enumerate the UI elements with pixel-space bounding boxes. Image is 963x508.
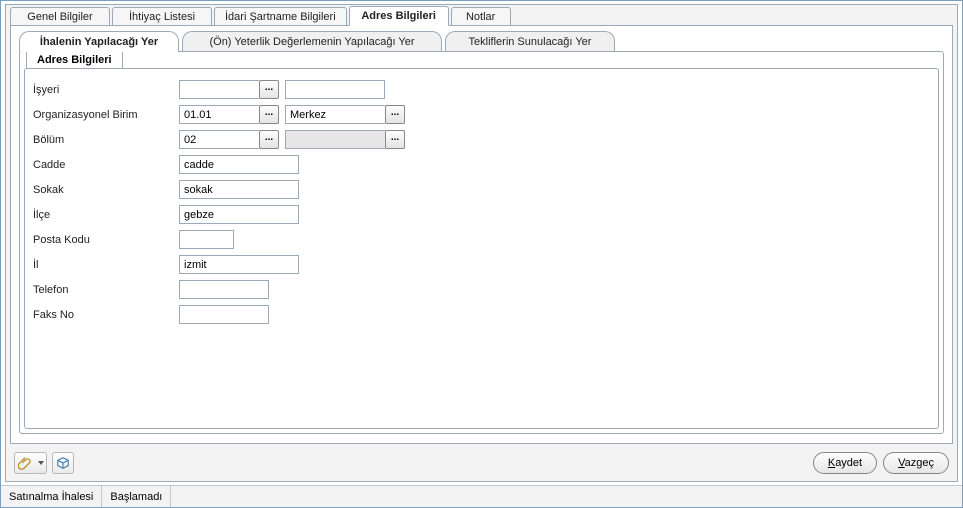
- label-faks-no: Faks No: [29, 309, 179, 321]
- isyeri-code-lookup: [179, 80, 279, 99]
- box-icon: [56, 456, 70, 470]
- attachments-dropdown[interactable]: [35, 452, 47, 474]
- fieldset-tabstrip: Adres Bilgileri: [26, 50, 123, 69]
- orgbirim-name-input[interactable]: [285, 105, 385, 124]
- isyeri-code-lookup-button[interactable]: [259, 80, 279, 99]
- label-org-birim: Organizasyonel Birim: [29, 109, 179, 121]
- isyeri-code-input[interactable]: [179, 80, 259, 99]
- top-tab-content: İhalenin Yapılacağı Yer (Ön) Yeterlik De…: [10, 25, 953, 444]
- bottom-toolbar: Kaydet Vazgeç: [10, 449, 953, 477]
- kaydet-button-rest: aydet: [835, 457, 862, 469]
- sokak-input[interactable]: [179, 180, 299, 199]
- orgbirim-code-lookup-button[interactable]: [259, 105, 279, 124]
- top-tab-strip: Genel Bilgiler İhtiyaç Listesi İdari Şar…: [6, 5, 957, 26]
- tab-notlar[interactable]: Notlar: [451, 7, 511, 26]
- telefon-input[interactable]: [179, 280, 269, 299]
- address-form: İşyeri Organizasyonel Birim: [24, 68, 939, 429]
- bolum-name-lookup-button[interactable]: [385, 130, 405, 149]
- il-input[interactable]: [179, 255, 299, 274]
- posta-kodu-input[interactable]: [179, 230, 234, 249]
- orgbirim-name-lookup: [285, 105, 405, 124]
- tab-genel-bilgiler[interactable]: Genel Bilgiler: [10, 7, 110, 26]
- label-posta-kodu: Posta Kodu: [29, 234, 179, 246]
- tab-adres-bilgileri[interactable]: Adres Bilgileri: [349, 6, 449, 26]
- label-bolum: Bölüm: [29, 134, 179, 146]
- label-ilce: İlçe: [29, 209, 179, 221]
- bolum-code-lookup-button[interactable]: [259, 130, 279, 149]
- kaydet-button[interactable]: Kaydet: [813, 452, 877, 474]
- sub-tab-content: Adres Bilgileri İşyeri Organizasyonel Bi…: [19, 51, 944, 434]
- status-right: Başlamadı: [102, 486, 171, 507]
- attachments-button[interactable]: [14, 452, 36, 474]
- paperclip-icon: [18, 456, 32, 470]
- subtab-teklif-yeri[interactable]: Tekliflerin Sunulacağı Yer: [445, 31, 615, 52]
- cadde-input[interactable]: [179, 155, 299, 174]
- label-sokak: Sokak: [29, 184, 179, 196]
- orgbirim-name-lookup-button[interactable]: [385, 105, 405, 124]
- subtab-yeterlik-yeri[interactable]: (Ön) Yeterlik Değerlemenin Yapılacağı Ye…: [182, 31, 442, 52]
- form-panel: Genel Bilgiler İhtiyaç Listesi İdari Şar…: [5, 4, 958, 482]
- label-cadde: Cadde: [29, 159, 179, 171]
- related-records-button[interactable]: [52, 452, 74, 474]
- fieldset-title: Adres Bilgileri: [26, 50, 123, 69]
- vazgec-button[interactable]: Vazgeç: [883, 452, 949, 474]
- ilce-input[interactable]: [179, 205, 299, 224]
- orgbirim-code-lookup: [179, 105, 279, 124]
- bolum-code-lookup: [179, 130, 279, 149]
- bolum-name-input[interactable]: [285, 130, 385, 149]
- tab-idari-sartname[interactable]: İdari Şartname Bilgileri: [214, 7, 347, 26]
- subtab-ihale-yeri[interactable]: İhalenin Yapılacağı Yer: [19, 31, 179, 52]
- chevron-down-icon: [37, 459, 45, 467]
- label-il: İl: [29, 259, 179, 271]
- label-isyeri: İşyeri: [29, 84, 179, 96]
- vazgec-button-rest: azgeç: [905, 457, 934, 469]
- isyeri-name-input[interactable]: [285, 80, 385, 99]
- faks-no-input[interactable]: [179, 305, 269, 324]
- sub-tab-strip: İhalenin Yapılacağı Yer (Ön) Yeterlik De…: [11, 26, 952, 52]
- bolum-code-input[interactable]: [179, 130, 259, 149]
- status-left: Satınalma İhalesi: [1, 486, 102, 507]
- label-telefon: Telefon: [29, 284, 179, 296]
- tab-ihtiyac-listesi[interactable]: İhtiyaç Listesi: [112, 7, 212, 26]
- bolum-name-lookup: [285, 130, 405, 149]
- status-bar: Satınalma İhalesi Başlamadı: [1, 485, 962, 507]
- orgbirim-code-input[interactable]: [179, 105, 259, 124]
